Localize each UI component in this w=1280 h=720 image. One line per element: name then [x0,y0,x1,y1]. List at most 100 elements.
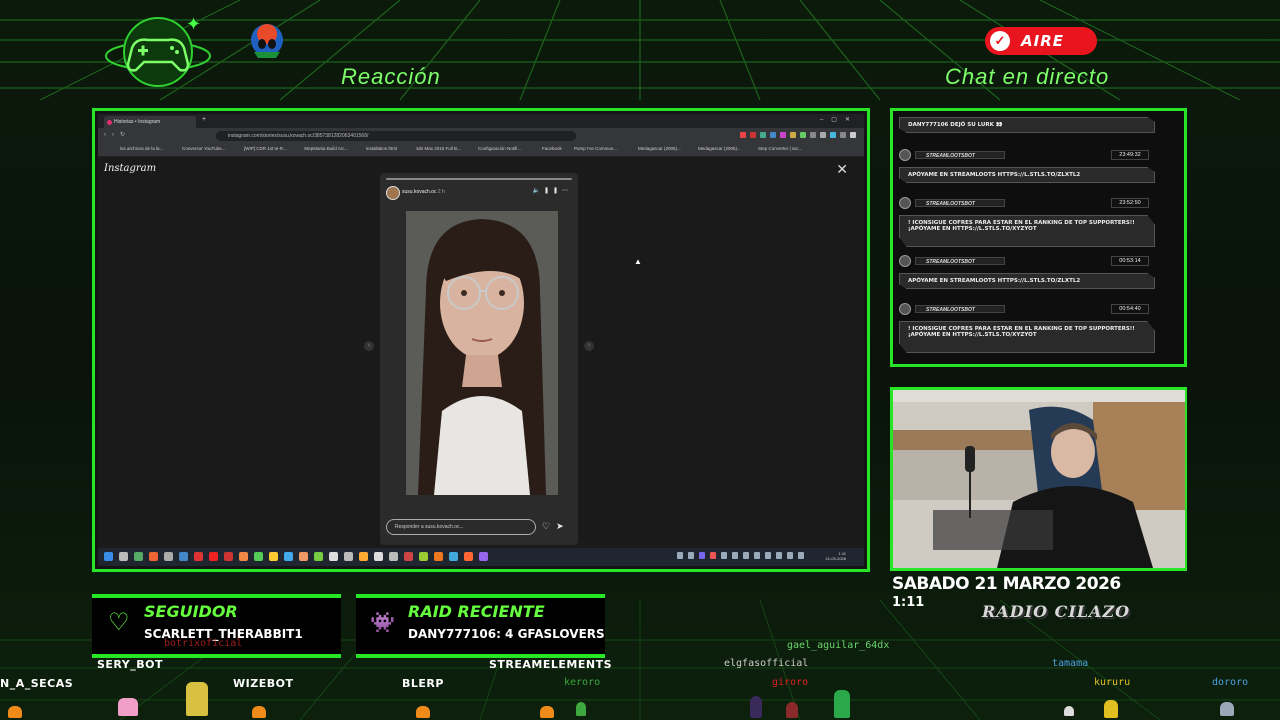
tab-bar: Historias • Instagram + –▢✕ [98,114,864,128]
story-header: susu.kovach.oc 2 h 🔈❚❚⋯ [386,186,572,200]
giroro-sprite-icon [786,702,798,718]
browser-tab[interactable]: Historias • Instagram [104,116,196,128]
date-label: SABADO 21 MARZO 2026 [892,574,1121,594]
chat-timestamp: 00:54:40 [1111,304,1149,314]
story-photo [406,211,558,495]
viewer-name: giroro [772,677,809,688]
chat-header: STREAMLOOTSBOT 00:54:40 [899,303,1155,315]
duck-sprite-icon [8,706,22,718]
kururu-sprite-icon [1104,700,1118,718]
chat-title: Chat en directo [945,64,1110,89]
viewer-name: gael_aguilar_64dx [787,640,890,651]
chat-header: STREAMLOOTSBOT 23:52:50 [899,197,1155,209]
chat-username: STREAMLOOTSBOT [915,199,1005,207]
tab-title: Historias • Instagram [114,119,161,125]
previous-story-button[interactable]: ‹ [364,341,374,351]
story-age: 2 h [437,189,445,195]
bookmark-item[interactable]: Pump I've Commun... [574,146,617,151]
extension-icons[interactable] [740,132,856,138]
bookmark-item[interactable]: los archivos de la la... [120,146,163,151]
duck-sprite-icon [416,706,430,718]
heart-icon: ♡ [108,609,130,636]
bookmark-item[interactable]: Step Converter | ssc... [758,146,802,151]
chat-message: APÓYAME EN STREAMLOOTS HTTPS://L.STLS.TO… [899,167,1155,183]
like-share-icons[interactable]: ♡➤ [542,521,570,532]
live-badge: ✓ AIRE [985,27,1097,55]
new-tab-button[interactable]: + [202,116,206,123]
story-username[interactable]: susu.kovach.oc [402,189,436,195]
bookmark-item[interactable]: installation.html [366,146,397,151]
bot-avatar-icon [899,255,911,267]
window-controls[interactable]: –▢✕ [820,116,858,123]
story-user-info: susu.kovach.oc 2 h [402,189,445,195]
follower-alert-header [92,594,341,598]
sparkle-icon: ✦ [186,14,202,34]
raid-value: DANY777106: 4 GFASLOVERS [408,627,605,641]
clock-date: 21-03-2026 [825,556,846,561]
taskbar-apps[interactable] [104,552,488,561]
raid-alert: 👾 RAID RECIENTE DANY777106: 4 GFASLOVERS [356,594,605,658]
channel-name: RADIO CILAZO [982,602,1131,621]
follower-title: SEGUIDOR [144,602,238,621]
viewer-name: STREAMELEMENTS [489,658,612,671]
mascot-icon [251,24,283,58]
nav-buttons[interactable]: ‹›↻ [104,131,131,138]
checkmark-icon: ✓ [990,31,1010,51]
story-viewer: susu.kovach.oc 2 h 🔈❚❚⋯ Responder a susu… [380,173,578,545]
bot-avatar-icon [899,303,911,315]
chat-timestamp: 23:52:50 [1111,198,1149,208]
bookmark-item[interactable]: Medagascar (2005)... [698,146,741,151]
time-label: 1:11 [892,595,925,610]
chat-timestamp: 23:49:32 [1111,150,1149,160]
webcam-image [893,390,1185,568]
bookmark-item[interactable]: Medagascar (2005)... [638,146,681,151]
story-progress-bar [386,178,572,180]
system-tray[interactable] [677,552,804,559]
bookmark-item[interactable]: StepMania Build Arc... [304,146,348,151]
viewer-name: BLERP [402,677,444,690]
address-row: ‹›↻ instagram.com/stories/susu.kovach.oc… [98,128,864,144]
bookmark-item[interactable]: 3ds Max 2016 Full B... [416,146,461,151]
reaction-screen: Historias • Instagram + –▢✕ ‹›↻ instagra… [92,108,870,572]
next-story-button[interactable]: › [584,341,594,351]
instagram-page: Instagram ✕ ‹ › susu.kovach.oc 2 h 🔈❚❚⋯ [98,157,864,548]
chat-header: STREAMLOOTSBOT 23:49:32 [899,149,1155,161]
avatar[interactable] [386,186,400,200]
green-creature-sprite-icon [834,690,850,718]
bookmark-item[interactable]: Facebook [542,146,562,151]
close-icon[interactable]: ✕ [836,161,848,178]
viewer-name: kururu [1094,677,1131,688]
chat-message: APÓYAME EN STREAMLOOTS HTTPS://L.STLS.TO… [899,273,1155,289]
small-sprite-icon [1064,706,1074,716]
webcam-feed [893,390,1185,568]
raid-title: RAID RECIENTE [408,602,545,621]
taskbar: 1:11 21-03-2026 [98,548,864,566]
chat-panel: DANY777106 DEJÓ SU LURK 👀 STREAMLOOTSBOT… [890,108,1187,367]
bookmark-item[interactable]: Conversor YouTube... [182,146,225,151]
viewer-name: N_A_SECAS [0,677,74,690]
bookmarks-bar: los archivos de la la... Conversor YouTu… [98,144,864,157]
reaction-title: Reacción [341,64,441,89]
instagram-favicon-icon [107,120,112,125]
viewer-name: tamama [1052,658,1089,669]
chat-header: STREAMLOOTSBOT 00:53:14 [899,255,1155,267]
mouse-cursor-icon: ▲ [634,257,642,266]
portrait-image [406,211,558,495]
taskbar-clock[interactable]: 1:11 21-03-2026 [826,551,846,561]
reply-input[interactable]: Responder a susu.kovach.oc... [386,519,536,535]
bookmark-item[interactable]: Configuración Notifi... [478,146,521,151]
instagram-logo[interactable]: Instagram [104,163,156,174]
bot-avatar-icon [899,197,911,209]
address-bar[interactable]: instagram.com/stories/susu.kovach.oc/385… [216,131,576,141]
chat-username: STREAMLOOTSBOT [915,257,1005,265]
viewer-name: keroro [564,677,601,688]
story-controls[interactable]: 🔈❚❚⋯ [532,187,572,194]
chat-message: DANY777106 DEJÓ SU LURK 👀 [899,117,1155,133]
duck-sprite-icon [252,706,266,718]
raid-alert-header [356,594,605,598]
bookmark-item[interactable]: [WIP] CDR 1st te-R... [244,146,287,151]
duck-sprite-icon [540,706,554,718]
space-invader-icon: 👾 [370,612,395,634]
browser-window: Historias • Instagram + –▢✕ ‹›↻ instagra… [98,114,864,566]
follower-subtext: botrixoficial [164,638,243,649]
